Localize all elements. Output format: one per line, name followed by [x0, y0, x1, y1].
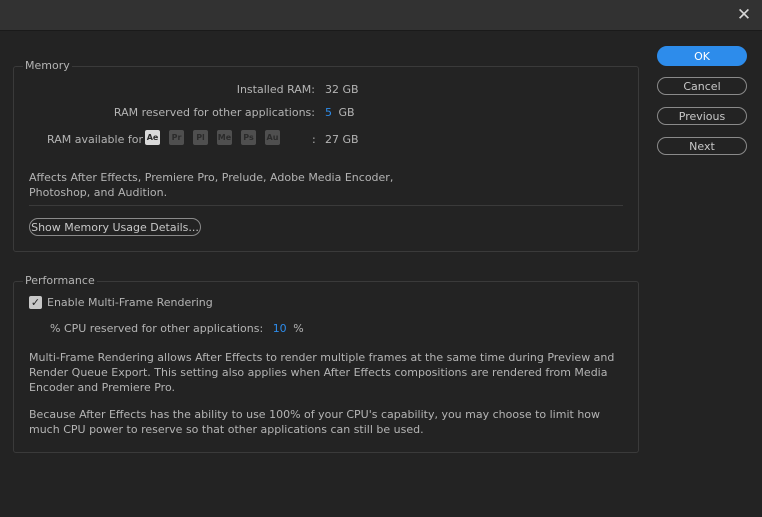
audition-icon: Au	[265, 130, 280, 145]
ram-reserved-input[interactable]: 5	[325, 106, 332, 119]
performance-group: Performance ✓ Enable Multi-Frame Renderi…	[13, 274, 639, 453]
cpu-reserved-unit: %	[293, 322, 304, 335]
memory-group-title: Memory	[23, 59, 72, 73]
close-icon[interactable]: ✕	[736, 7, 752, 24]
ram-available-separator: :	[312, 133, 316, 146]
memory-affects-line-2: Photoshop, and Audition.	[29, 186, 168, 199]
enable-mfr-checkbox[interactable]: ✓	[29, 296, 42, 309]
title-bar: ✕	[0, 0, 762, 31]
app-icons: Ae Pr Pl Me Ps Au	[145, 130, 289, 145]
performance-group-title: Performance	[23, 274, 97, 288]
cpu-limit-description-line-1: Because After Effects has the ability to…	[29, 408, 601, 421]
cpu-reserved-label: % CPU reserved for other applications:	[50, 322, 264, 335]
cpu-reserved-input[interactable]: 10	[273, 322, 287, 335]
ram-available-label: RAM available for	[47, 133, 143, 146]
enable-mfr-label[interactable]: Enable Multi-Frame Rendering	[47, 296, 213, 310]
next-button[interactable]: Next	[657, 137, 747, 155]
prelude-icon: Pl	[193, 130, 208, 145]
memory-group: Memory Installed RAM: 32 GB RAM reserved…	[13, 59, 639, 252]
memory-divider	[29, 205, 623, 206]
ram-reserved-row: 5 GB	[325, 106, 355, 120]
ram-reserved-label: RAM reserved for other applications:	[113, 106, 315, 119]
installed-ram-value: 32 GB	[325, 83, 359, 96]
previous-button[interactable]: Previous	[657, 107, 747, 125]
media-encoder-icon: Me	[217, 130, 232, 145]
ram-available-value: 27 GB	[325, 133, 359, 146]
mfr-description-line-2: Render Queue Export. This setting also a…	[29, 366, 608, 379]
cpu-limit-description: Because After Effects has the ability to…	[29, 407, 600, 437]
cancel-button[interactable]: Cancel	[657, 77, 747, 95]
show-memory-usage-details-button[interactable]: Show Memory Usage Details...	[29, 218, 201, 236]
mfr-description-line-1: Multi-Frame Rendering allows After Effec…	[29, 351, 615, 364]
cpu-limit-description-line-2: much CPU power to reserve so that other …	[29, 423, 424, 436]
installed-ram-label: Installed RAM:	[236, 83, 315, 96]
premiere-pro-icon: Pr	[169, 130, 184, 145]
after-effects-icon: Ae	[145, 130, 160, 145]
ram-reserved-unit: GB	[338, 106, 355, 119]
memory-affects-line-1: Affects After Effects, Premiere Pro, Pre…	[29, 171, 394, 184]
ok-button[interactable]: OK	[657, 46, 747, 66]
photoshop-icon: Ps	[241, 130, 256, 145]
mfr-description: Multi-Frame Rendering allows After Effec…	[29, 350, 614, 395]
cpu-reserved-row: % CPU reserved for other applications: 1…	[50, 322, 304, 336]
mfr-description-line-3: Encoder and Premiere Pro.	[29, 381, 175, 394]
memory-affects-text: Affects After Effects, Premiere Pro, Pre…	[29, 170, 393, 200]
